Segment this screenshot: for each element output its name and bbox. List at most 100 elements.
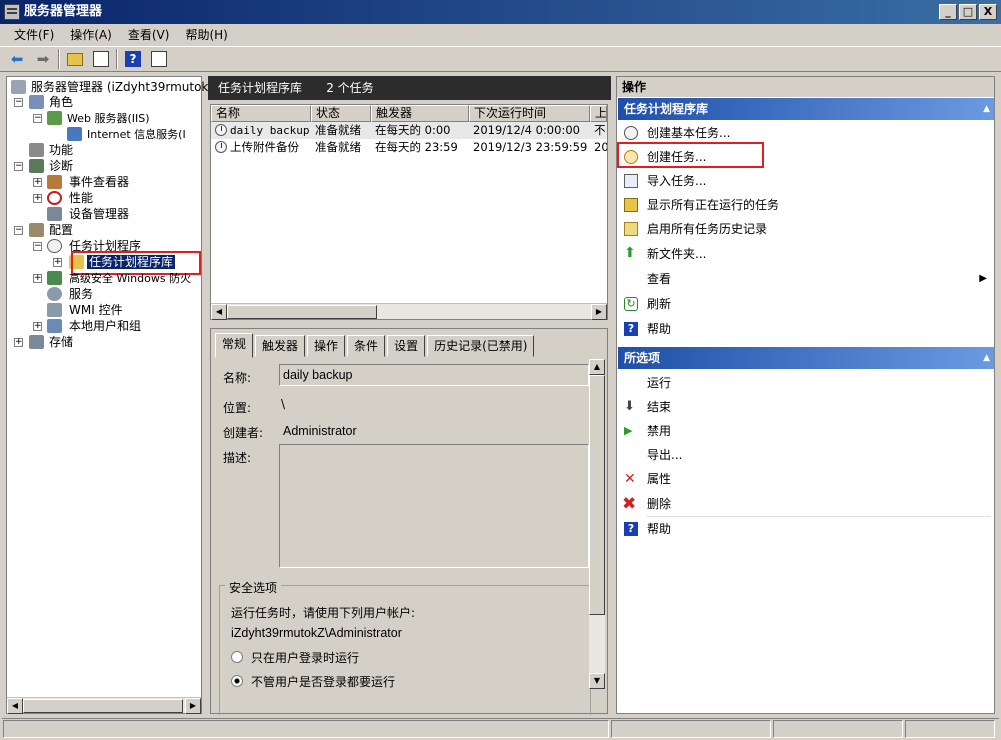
wmi-icon xyxy=(47,303,62,317)
tree-item-roles[interactable]: 角色 xyxy=(29,94,73,110)
tree-label: 高级安全 Windows 防火 xyxy=(69,272,192,285)
menu-help[interactable]: 帮助(H) xyxy=(177,24,235,46)
action-export[interactable]: 导出... xyxy=(617,443,993,467)
expand-toggle[interactable]: + xyxy=(33,274,42,283)
action-refresh[interactable]: ↻ 刷新 xyxy=(617,292,993,316)
tree-item-iis[interactable]: Internet 信息服务(I xyxy=(67,126,186,142)
radio-only-when-logged-on[interactable] xyxy=(231,651,243,663)
status-bar xyxy=(2,718,999,738)
tab-general[interactable]: 常规 xyxy=(215,333,254,358)
column-status[interactable]: 状态 xyxy=(311,105,371,122)
tree-item-configuration[interactable]: 配置 xyxy=(29,222,73,238)
expand-toggle[interactable]: + xyxy=(33,322,42,331)
name-field[interactable]: daily backup xyxy=(279,364,589,386)
action-help[interactable]: ? 帮助 xyxy=(617,317,993,341)
action-view[interactable]: 查看 ▶ xyxy=(617,267,993,291)
collapse-toggle[interactable]: − xyxy=(14,98,23,107)
help-icon[interactable]: ? xyxy=(122,48,144,70)
scroll-down-arrow[interactable]: ▼ xyxy=(589,673,605,689)
tree-item-diagnostics[interactable]: 诊断 xyxy=(29,158,73,174)
tree-item-web-server[interactable]: Web 服务器(IIS) xyxy=(47,110,150,126)
column-last-run[interactable]: 上 xyxy=(590,105,607,122)
center-title: 任务计划程序库 xyxy=(218,81,303,95)
tab-conditions[interactable]: 条件 xyxy=(347,335,386,357)
action-delete[interactable]: ✖ 删除 xyxy=(617,492,993,516)
refresh-icon: ↻ xyxy=(624,297,638,311)
scroll-up-arrow[interactable]: ▲ xyxy=(589,359,605,375)
expand-toggle[interactable]: + xyxy=(14,338,23,347)
device-manager-icon xyxy=(47,207,62,221)
actions-pane: 操作 任务计划程序库 ▲ 创建基本任务... 创建任务... 导入任务... 显… xyxy=(616,76,995,714)
collapse-toggle[interactable]: − xyxy=(33,242,42,251)
collapse-up-icon[interactable]: ▲ xyxy=(983,347,990,369)
show-tree-icon[interactable] xyxy=(90,48,112,70)
action-end[interactable]: ⬇ 结束 xyxy=(617,395,993,419)
action-help-selected[interactable]: ? 帮助 xyxy=(617,517,993,541)
tree-item-event-viewer[interactable]: 事件查看器 xyxy=(47,174,129,190)
menu-action[interactable]: 操作(A) xyxy=(62,24,120,46)
action-properties[interactable]: ✕ 属性 xyxy=(617,467,993,491)
tree-item-storage[interactable]: 存储 xyxy=(29,334,73,350)
scroll-thumb[interactable] xyxy=(227,305,377,319)
tree-root[interactable]: 服务器管理器 (iZdyht39rmutok xyxy=(11,79,208,95)
tab-history[interactable]: 历史记录(已禁用) xyxy=(427,335,535,357)
action-enable-history[interactable]: 启用所有任务历史记录 xyxy=(617,217,993,241)
status-panel xyxy=(773,720,903,738)
show-action-pane-icon[interactable] xyxy=(148,48,170,70)
expand-toggle[interactable]: + xyxy=(33,194,42,203)
action-import-task[interactable]: 导入任务... xyxy=(617,169,993,193)
scroll-right-arrow[interactable]: ▶ xyxy=(591,304,607,320)
task-detail-panel: 常规 触发器 操作 条件 设置 历史记录(已禁用) 名称: daily back… xyxy=(210,328,608,715)
collapse-up-icon[interactable]: ▲ xyxy=(983,98,990,120)
tab-actions[interactable]: 操作 xyxy=(307,335,346,357)
action-new-folder[interactable]: ⬆ 新文件夹... xyxy=(617,242,993,266)
actions-section-library[interactable]: 任务计划程序库 ▲ xyxy=(618,98,994,120)
table-row[interactable]: 上传附件备份 准备就绪 在每天的 23:59 2019/12/3 23:59:5… xyxy=(211,139,607,156)
column-next-run[interactable]: 下次运行时间 xyxy=(469,105,590,122)
scroll-right-arrow[interactable]: ▶ xyxy=(185,698,201,714)
table-row[interactable]: daily backup 准备就绪 在每天的 0:00 2019/12/4 0:… xyxy=(211,122,607,139)
scroll-thumb[interactable] xyxy=(23,699,183,713)
scroll-left-arrow[interactable]: ◀ xyxy=(211,304,227,320)
gear-icon xyxy=(47,287,62,301)
column-name[interactable]: 名称 xyxy=(211,105,311,122)
tree-item-features[interactable]: 功能 xyxy=(29,142,73,158)
menu-file[interactable]: 文件(F) xyxy=(6,24,62,46)
tree-item-services[interactable]: 服务 xyxy=(47,286,93,302)
description-field[interactable] xyxy=(279,444,589,568)
actions-section-selected[interactable]: 所选项 ▲ xyxy=(618,347,994,369)
scroll-thumb[interactable] xyxy=(589,375,605,615)
radio-run-always[interactable] xyxy=(231,675,243,687)
list-horizontal-scrollbar[interactable]: ◀ ▶ xyxy=(211,303,607,320)
collapse-toggle[interactable]: − xyxy=(33,114,42,123)
tree-label: 事件查看器 xyxy=(69,175,130,189)
up-folder-icon[interactable] xyxy=(64,48,86,70)
detail-vertical-scrollbar[interactable]: ▲ ▼ xyxy=(589,359,605,689)
minimize-button[interactable]: _ xyxy=(939,4,957,20)
column-trigger[interactable]: 触发器 xyxy=(371,105,469,122)
status-panel xyxy=(905,720,995,738)
expand-toggle[interactable]: + xyxy=(53,258,62,267)
menu-view[interactable]: 查看(V) xyxy=(120,24,178,46)
tree-item-wmi[interactable]: WMI 控件 xyxy=(47,302,123,318)
action-disable[interactable]: ▶ 禁用 xyxy=(617,419,993,443)
scroll-left-arrow[interactable]: ◀ xyxy=(7,698,23,714)
tree-item-local-users[interactable]: 本地用户和组 xyxy=(47,318,141,334)
tab-triggers[interactable]: 触发器 xyxy=(255,335,306,357)
close-button[interactable]: X xyxy=(979,4,997,20)
tree-item-device-manager[interactable]: 设备管理器 xyxy=(47,206,129,222)
forward-arrow-icon[interactable]: ➡ xyxy=(32,48,54,70)
tab-settings[interactable]: 设置 xyxy=(387,335,426,357)
title-bar: 服务器管理器 _ □ X xyxy=(0,0,1001,24)
run-as-label: 运行任务时，请使用下列用户帐户: xyxy=(231,606,416,620)
action-run[interactable]: 运行 xyxy=(617,371,993,395)
expand-toggle[interactable]: + xyxy=(33,178,42,187)
action-show-running[interactable]: 显示所有正在运行的任务 xyxy=(617,193,993,217)
collapse-toggle[interactable]: − xyxy=(14,226,23,235)
tree-horizontal-scrollbar[interactable]: ◀ ▶ xyxy=(7,697,201,714)
collapse-toggle[interactable]: − xyxy=(14,162,23,171)
back-arrow-icon[interactable]: ⬅ xyxy=(6,48,28,70)
maximize-button[interactable]: □ xyxy=(959,4,977,20)
tree-item-performance[interactable]: 性能 xyxy=(47,190,93,206)
tree-item-firewall[interactable]: 高级安全 Windows 防火 xyxy=(47,270,191,286)
